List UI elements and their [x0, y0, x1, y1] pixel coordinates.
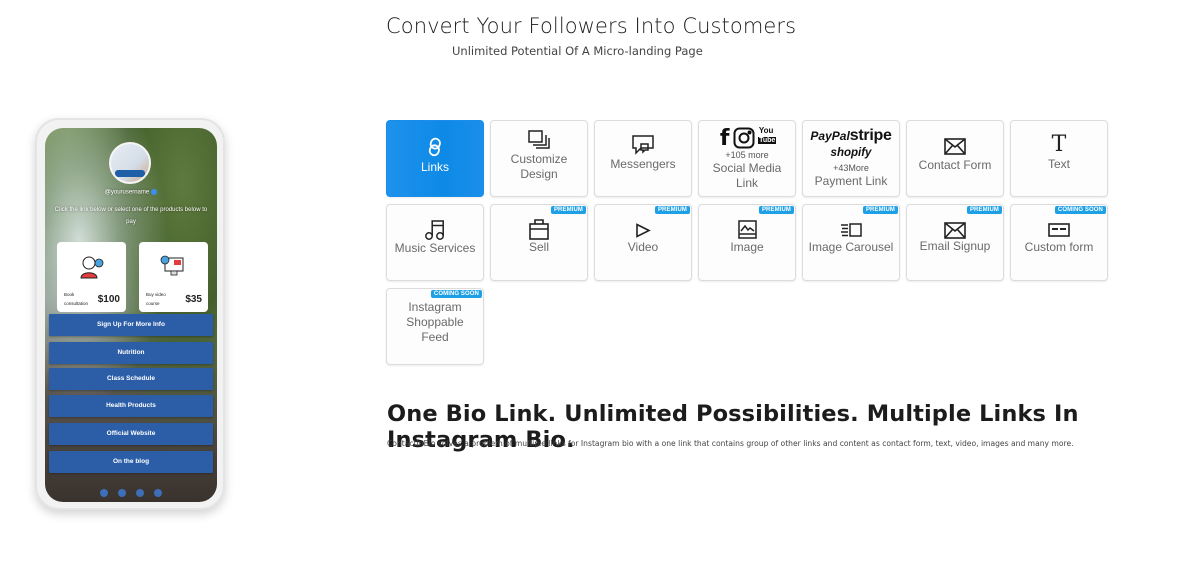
feature-tile-messengers[interactable]: Messengers — [594, 120, 692, 197]
product-card[interactable]: Buy video course $35 — [139, 242, 208, 312]
hero-subtitle: Unlimited Potential Of A Micro-landing P… — [452, 44, 703, 58]
social-icon[interactable] — [136, 489, 144, 497]
feature-label: Payment Link — [814, 174, 888, 188]
feature-tile-sell[interactable]: PREMIUM Sell — [490, 204, 588, 281]
chat-bubbles-icon — [632, 135, 654, 155]
phone-link-button[interactable]: Health Products — [49, 395, 213, 417]
text-t-icon: T — [1051, 132, 1067, 157]
hero-title: Convert Your Followers Into Customers — [386, 14, 797, 38]
paypal-logo: PayPal — [810, 129, 850, 143]
form-icon — [1048, 223, 1070, 237]
avatar — [109, 142, 151, 184]
social-more-count: +105 more — [725, 150, 769, 160]
product-name: Book consultation — [64, 292, 89, 306]
feature-label: Custom form — [1024, 240, 1094, 254]
product-price: $100 — [97, 294, 120, 305]
feature-label: Email Signup — [919, 239, 991, 253]
phone-link-button[interactable]: Sign Up For More Info — [49, 314, 213, 336]
feature-tile-instagram-shoppable-feed[interactable]: COMING SOON Instagram Shoppable Feed — [386, 288, 484, 365]
feature-tile-text[interactable]: T Text — [1010, 120, 1108, 197]
phone-link-button[interactable]: Class Schedule — [49, 368, 213, 390]
instagram-icon — [733, 127, 755, 149]
layers-icon — [528, 130, 550, 149]
feature-label: Contact Form — [918, 158, 992, 172]
coming-soon-badge: COMING SOON — [1054, 206, 1106, 214]
phone-link-button[interactable]: Nutrition — [49, 342, 213, 364]
shopify-logo: shopify — [830, 147, 872, 159]
link-icon — [428, 137, 441, 157]
feature-tile-links[interactable]: Links — [386, 120, 484, 197]
feature-label: Social Media Link — [712, 161, 782, 190]
social-icon[interactable] — [100, 489, 108, 497]
premium-badge: PREMIUM — [654, 206, 690, 214]
premium-badge: PREMIUM — [862, 206, 898, 214]
feature-tile-payment-link[interactable]: PayPalstripe shopify +43More Payment Lin… — [802, 120, 900, 197]
feature-tile-custom-form[interactable]: COMING SOON Custom form — [1010, 204, 1108, 281]
feature-label: Instagram Shoppable Feed — [406, 300, 464, 344]
youtube-icon: You Tube — [758, 126, 777, 144]
phone-mockup: @yourusername Click the link below or se… — [35, 118, 225, 510]
feature-label: Video — [627, 240, 659, 254]
feature-label: Text — [1047, 157, 1070, 171]
social-brands-icon: f You Tube — [699, 126, 795, 151]
facebook-icon: f — [719, 126, 730, 151]
social-icon[interactable] — [118, 489, 126, 497]
coming-soon-badge: COMING SOON — [430, 290, 482, 298]
payment-brands-icon: PayPalstripe — [803, 128, 899, 144]
phone-link-button[interactable]: On the blog — [49, 451, 213, 473]
phone-screen: @yourusername Click the link below or se… — [45, 128, 217, 502]
feature-label: Messengers — [610, 157, 676, 171]
payment-more-count: +43More — [833, 163, 869, 173]
carousel-icon — [841, 223, 862, 237]
feature-tile-image[interactable]: PREMIUM Image — [698, 204, 796, 281]
feature-tile-customize-design[interactable]: Customize Design — [490, 120, 588, 197]
consultant-icon — [80, 256, 104, 279]
envelope-icon — [944, 222, 966, 239]
phone-link-button[interactable]: Official Website — [49, 423, 213, 445]
phone-social-icons — [45, 484, 217, 502]
premium-badge: PREMIUM — [550, 206, 586, 214]
premium-badge: PREMIUM — [758, 206, 794, 214]
profile-username: @yourusername — [45, 189, 217, 196]
stripe-logo: stripe — [849, 127, 892, 144]
feature-label: Links — [420, 160, 449, 174]
username-text: @yourusername — [104, 189, 150, 196]
profile-instructions: Click the link below or select one of th… — [54, 207, 208, 225]
video-course-icon — [160, 255, 184, 276]
feature-tile-music-services[interactable]: Music Services — [386, 204, 484, 281]
premium-badge: PREMIUM — [966, 206, 1002, 214]
feature-tile-image-carousel[interactable]: PREMIUM Image Carousel — [802, 204, 900, 281]
product-name: Buy video course — [146, 292, 166, 306]
envelope-icon — [944, 138, 966, 155]
product-price: $35 — [185, 294, 202, 305]
image-icon — [737, 220, 757, 239]
feature-label: Music Services — [394, 241, 476, 255]
feature-label: Image Carousel — [808, 240, 894, 254]
feature-tile-contact-form[interactable]: Contact Form — [906, 120, 1004, 197]
feature-label: Image — [730, 240, 764, 254]
feature-label: Customize Design — [510, 152, 568, 181]
feature-tile-email-signup[interactable]: PREMIUM Email Signup — [906, 204, 1004, 281]
feature-tile-video[interactable]: PREMIUM Video — [594, 204, 692, 281]
play-icon — [636, 223, 651, 238]
feature-tile-social-media-link[interactable]: f You Tube +105 more Social Media Link — [698, 120, 796, 197]
tagline-description: ContactInBio solves a problem of multipl… — [387, 439, 1074, 448]
social-icon[interactable] — [154, 489, 162, 497]
feature-label: Sell — [528, 240, 549, 254]
music-note-icon — [425, 220, 444, 240]
shopping-bag-icon — [529, 219, 549, 240]
verified-check-icon — [151, 189, 158, 195]
product-card[interactable]: Book consultation $100 — [57, 242, 126, 312]
